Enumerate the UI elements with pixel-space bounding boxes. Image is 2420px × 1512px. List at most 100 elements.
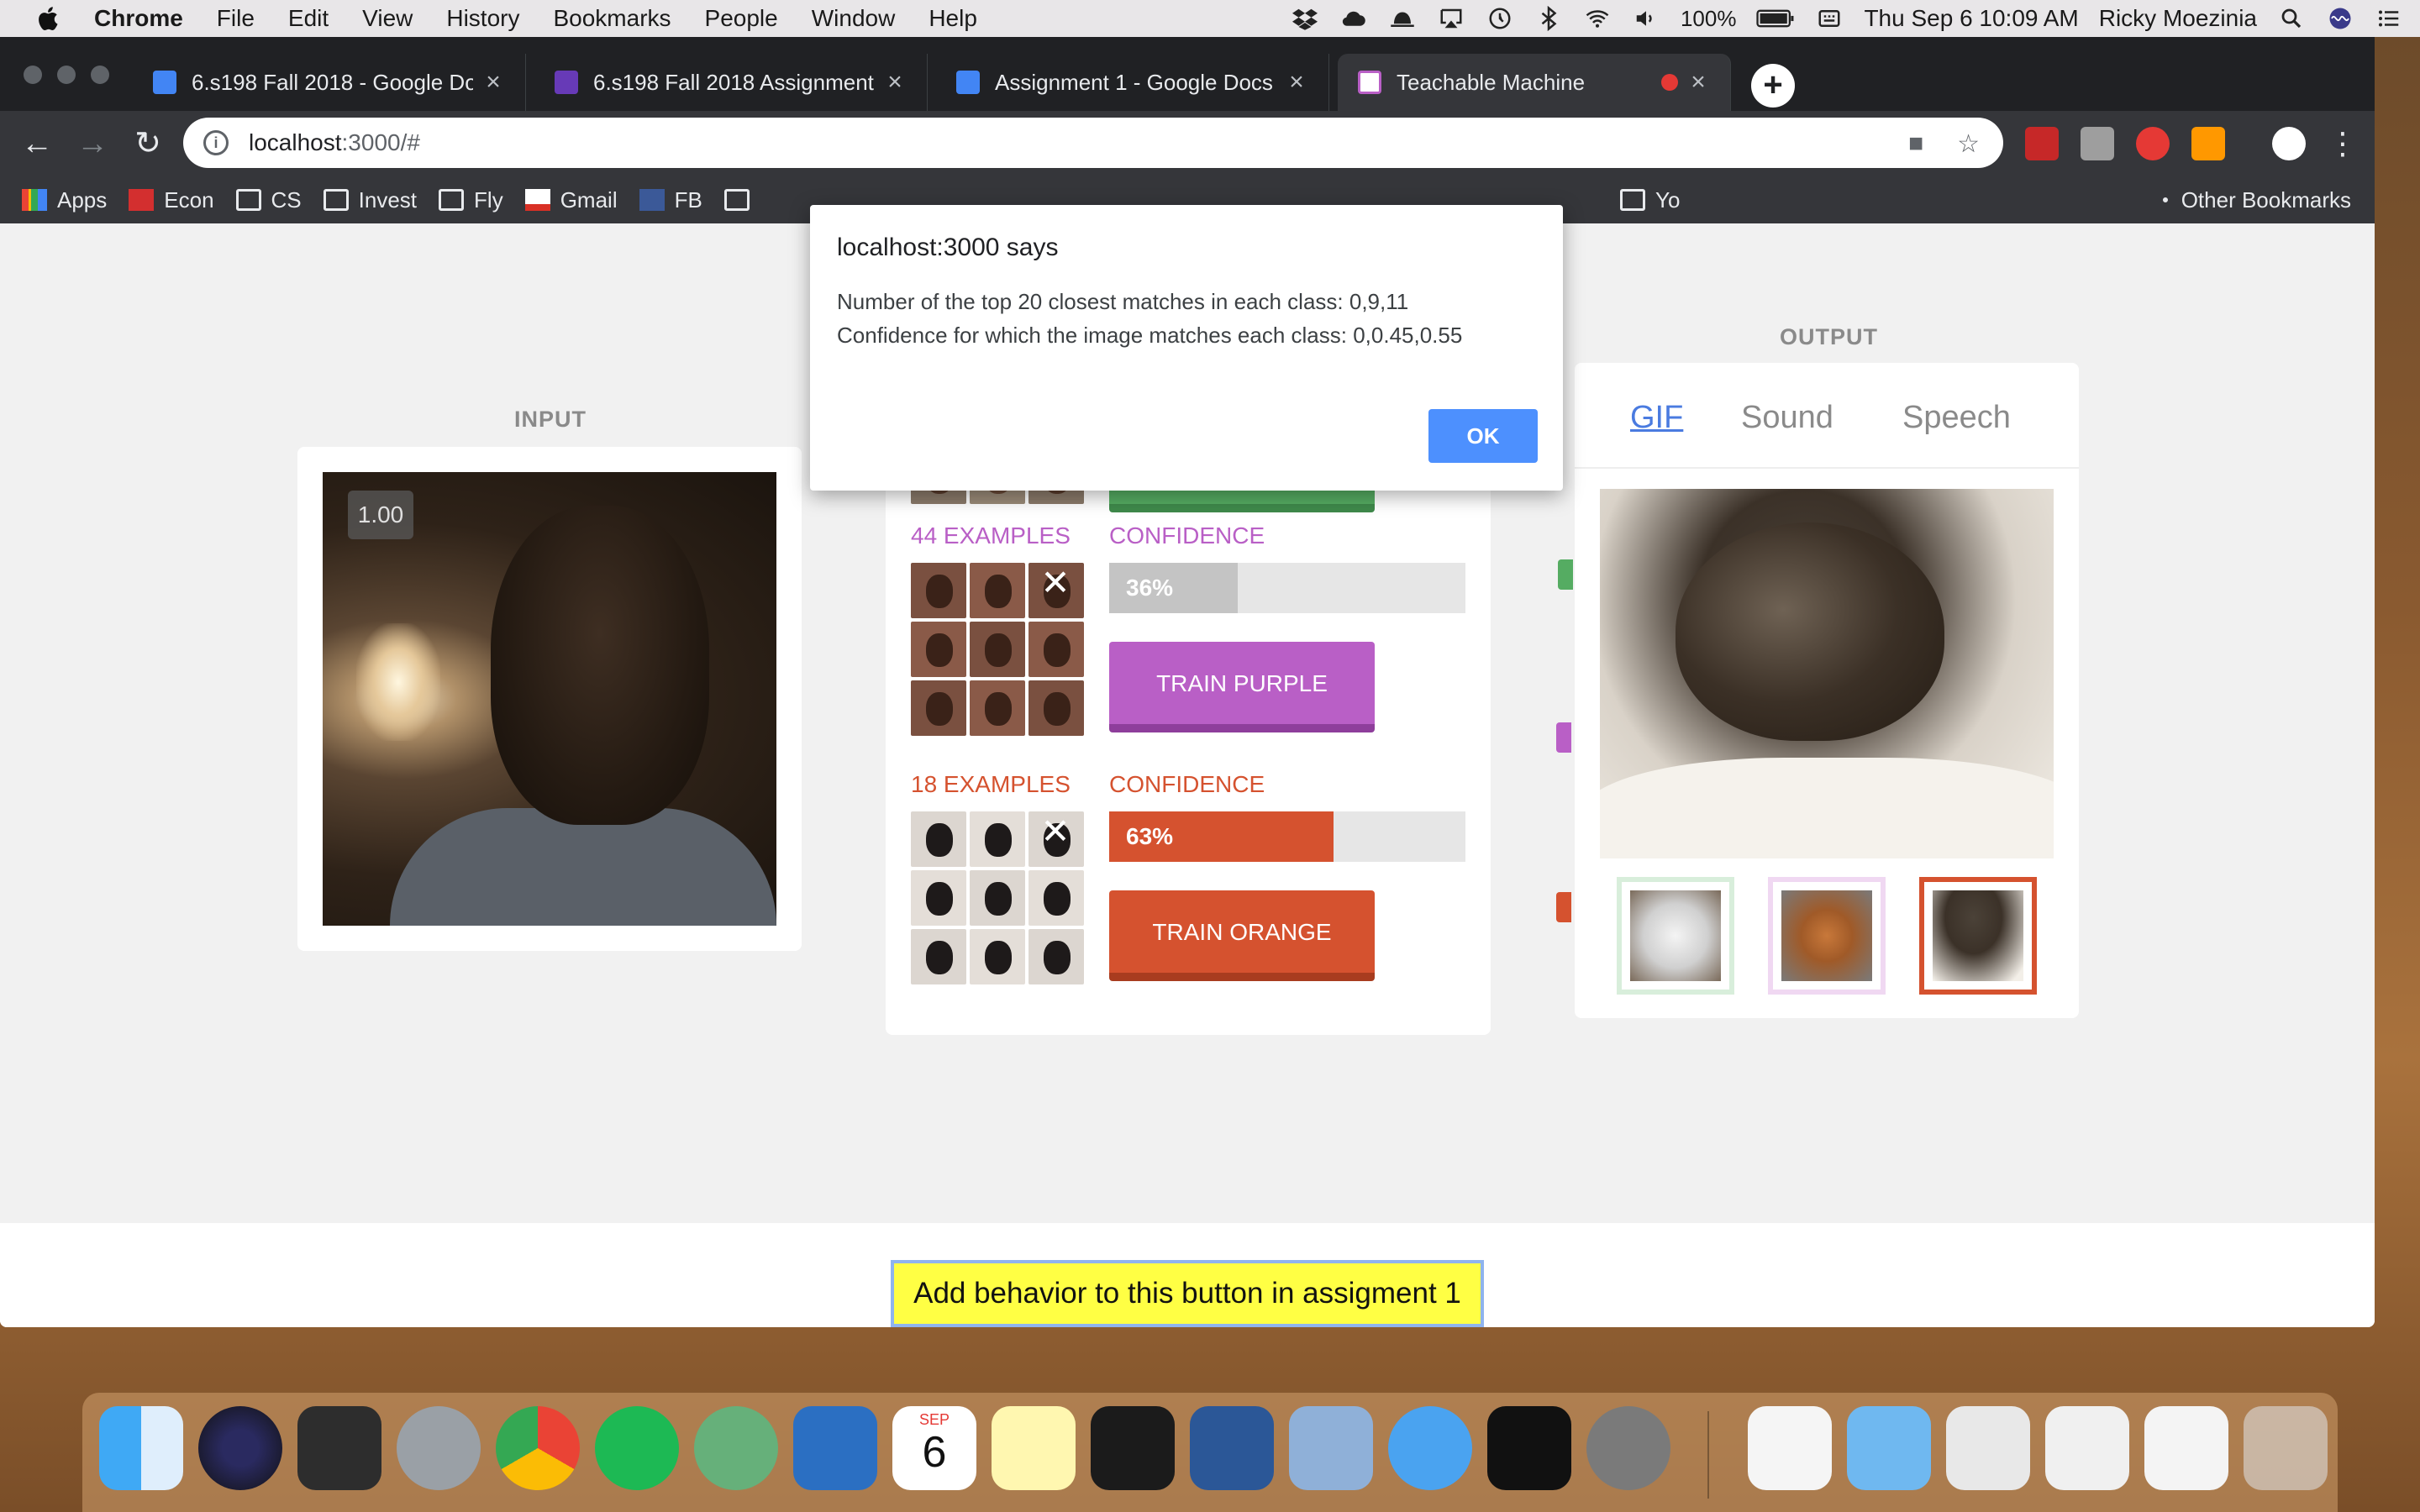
user-name[interactable]: Ricky Moezinia <box>2099 5 2257 32</box>
clear-examples-icon[interactable]: ✕ <box>1039 814 1072 849</box>
profile-avatar-icon[interactable] <box>2272 127 2306 160</box>
clock[interactable]: Thu Sep 6 10:09 AM <box>1864 5 2078 32</box>
bookmark-fb[interactable]: FB <box>639 187 702 213</box>
wifi-icon[interactable] <box>1583 6 1612 31</box>
bookmark-fly[interactable]: Fly <box>439 187 503 213</box>
extension-icon[interactable] <box>2081 127 2114 160</box>
menu-window[interactable]: Window <box>812 5 896 32</box>
bookmark-star-icon[interactable]: ☆ <box>1957 129 1980 159</box>
time-machine-icon[interactable] <box>1486 6 1514 31</box>
spotify-icon[interactable] <box>595 1406 679 1490</box>
tab-speech[interactable]: Speech <box>1902 400 2011 436</box>
dialog-ok-button[interactable]: OK <box>1428 409 1538 463</box>
reload-icon[interactable]: ↻ <box>129 125 166 162</box>
close-tab-icon[interactable]: × <box>481 70 505 95</box>
browser-toolbar: ← → ↻ i localhost:3000/# ■ ☆ ⋮ <box>0 111 2375 176</box>
menu-people[interactable]: People <box>705 5 778 32</box>
messages-icon[interactable] <box>1388 1406 1472 1490</box>
bookmark-apps[interactable]: Apps <box>22 187 107 213</box>
gif-choice-orange[interactable] <box>1919 877 2037 995</box>
url-text[interactable]: localhost:3000/# <box>249 129 420 156</box>
finder-icon[interactable] <box>99 1406 183 1490</box>
minimize-window-button[interactable] <box>57 66 76 84</box>
atom-icon[interactable] <box>694 1406 778 1490</box>
apple-icon[interactable] <box>34 3 64 34</box>
launchpad-icon[interactable] <box>397 1406 481 1490</box>
battery-icon[interactable] <box>1756 6 1795 31</box>
new-tab-button[interactable]: + <box>1751 64 1795 108</box>
tab-teachable-machine[interactable]: Teachable Machine × <box>1338 54 1731 111</box>
menu-file[interactable]: File <box>217 5 255 32</box>
forward-arrow-icon[interactable]: → <box>74 125 111 162</box>
bookmark-folder-hidden[interactable] <box>723 189 760 211</box>
system-preferences-icon[interactable] <box>1586 1406 1670 1490</box>
menu-edit[interactable]: Edit <box>288 5 329 32</box>
notification-center-icon[interactable] <box>2375 6 2403 31</box>
dropbox-icon[interactable] <box>1291 6 1319 31</box>
bookmark-cs[interactable]: CS <box>235 187 302 213</box>
html-file-icon[interactable] <box>1748 1406 1832 1490</box>
chrome-window-thumbnail-icon[interactable] <box>2144 1406 2228 1490</box>
bookmark-gmail[interactable]: Gmail <box>524 187 618 213</box>
site-info-icon[interactable]: i <box>203 130 229 155</box>
back-arrow-icon[interactable]: ← <box>18 125 55 162</box>
face <box>985 823 1012 857</box>
menu-app-chrome[interactable]: Chrome <box>94 5 183 32</box>
bookmark-invest[interactable]: Invest <box>323 187 417 213</box>
tab-sound[interactable]: Sound <box>1741 400 1833 436</box>
volume-icon[interactable] <box>1632 6 1660 31</box>
other-bookmarks[interactable]: Other Bookmarks <box>2162 187 2351 213</box>
chrome-menu-icon[interactable]: ⋮ <box>2328 126 2358 161</box>
close-tab-icon[interactable]: × <box>1686 70 1710 95</box>
zoom-window-button[interactable] <box>91 66 109 84</box>
menu-bookmarks[interactable]: Bookmarks <box>553 5 671 32</box>
siri-dock-icon[interactable] <box>198 1406 282 1490</box>
chrome-dock-icon[interactable] <box>496 1406 580 1490</box>
airplay-icon[interactable] <box>1437 6 1465 31</box>
folder-icon <box>723 189 750 211</box>
tab-google-docs-fall-2018[interactable]: 6.s198 Fall 2018 - Google Docs × <box>133 54 526 111</box>
bookmark-yo[interactable]: Yo <box>1620 187 1680 213</box>
tab-gif[interactable]: GIF <box>1630 400 1683 436</box>
calendar-icon[interactable]: SEP 6 <box>892 1406 976 1490</box>
clear-examples-icon[interactable]: ✕ <box>1039 565 1072 601</box>
folder-stack-icon[interactable] <box>1847 1406 1931 1490</box>
train-purple-button[interactable]: TRAIN PURPLE <box>1109 642 1375 732</box>
youtube-extension-icon[interactable] <box>2136 127 2170 160</box>
camera-icon[interactable]: ■ <box>1908 129 1923 159</box>
tab-title: 6.s198 Fall 2018 Assignment 1 <box>593 69 875 95</box>
chrome-window-thumbnail-icon[interactable] <box>2045 1406 2129 1490</box>
terminal-icon[interactable] <box>1091 1406 1175 1490</box>
word-icon[interactable] <box>1190 1406 1274 1490</box>
trash-icon[interactable] <box>2244 1406 2328 1490</box>
activity-monitor-icon[interactable] <box>1487 1406 1571 1490</box>
metamask-icon[interactable] <box>2191 127 2225 160</box>
apps-grid-icon <box>22 189 47 211</box>
menu-view[interactable]: View <box>362 5 413 32</box>
siri-icon[interactable] <box>2326 6 2354 31</box>
cloud-icon[interactable] <box>1339 6 1368 31</box>
notes-icon[interactable] <box>992 1406 1076 1490</box>
tab-assignment-1-docs[interactable]: Assignment 1 - Google Docs × <box>936 54 1329 111</box>
chrome-window-thumbnail-icon[interactable] <box>1946 1406 2030 1490</box>
gif-choice-purple[interactable] <box>1768 877 1886 995</box>
address-bar[interactable]: i localhost:3000/# ■ ☆ <box>183 118 2003 168</box>
menu-history[interactable]: History <box>446 5 519 32</box>
menu-help[interactable]: Help <box>929 5 977 32</box>
close-tab-icon[interactable]: × <box>883 70 907 95</box>
close-window-button[interactable] <box>24 66 42 84</box>
vscode-icon[interactable] <box>793 1406 877 1490</box>
adblock-icon[interactable] <box>2025 127 2059 160</box>
gif-choice-green[interactable] <box>1617 877 1734 995</box>
bookmark-econ[interactable]: Econ <box>129 187 214 213</box>
spotlight-search-icon[interactable] <box>2277 6 2306 31</box>
add-behavior-button[interactable]: Add behavior to this button in assigment… <box>891 1260 1484 1327</box>
bowler-hat-icon[interactable] <box>1388 6 1417 31</box>
train-orange-button[interactable]: TRAIN ORANGE <box>1109 890 1375 981</box>
keyboard-input-icon[interactable] <box>1815 6 1844 31</box>
tab-assignment-form[interactable]: 6.s198 Fall 2018 Assignment 1 × <box>534 54 928 111</box>
bluetooth-icon[interactable] <box>1534 6 1563 31</box>
photo-booth-icon[interactable] <box>297 1406 381 1490</box>
preview-icon[interactable] <box>1289 1406 1373 1490</box>
close-tab-icon[interactable]: × <box>1285 70 1308 95</box>
